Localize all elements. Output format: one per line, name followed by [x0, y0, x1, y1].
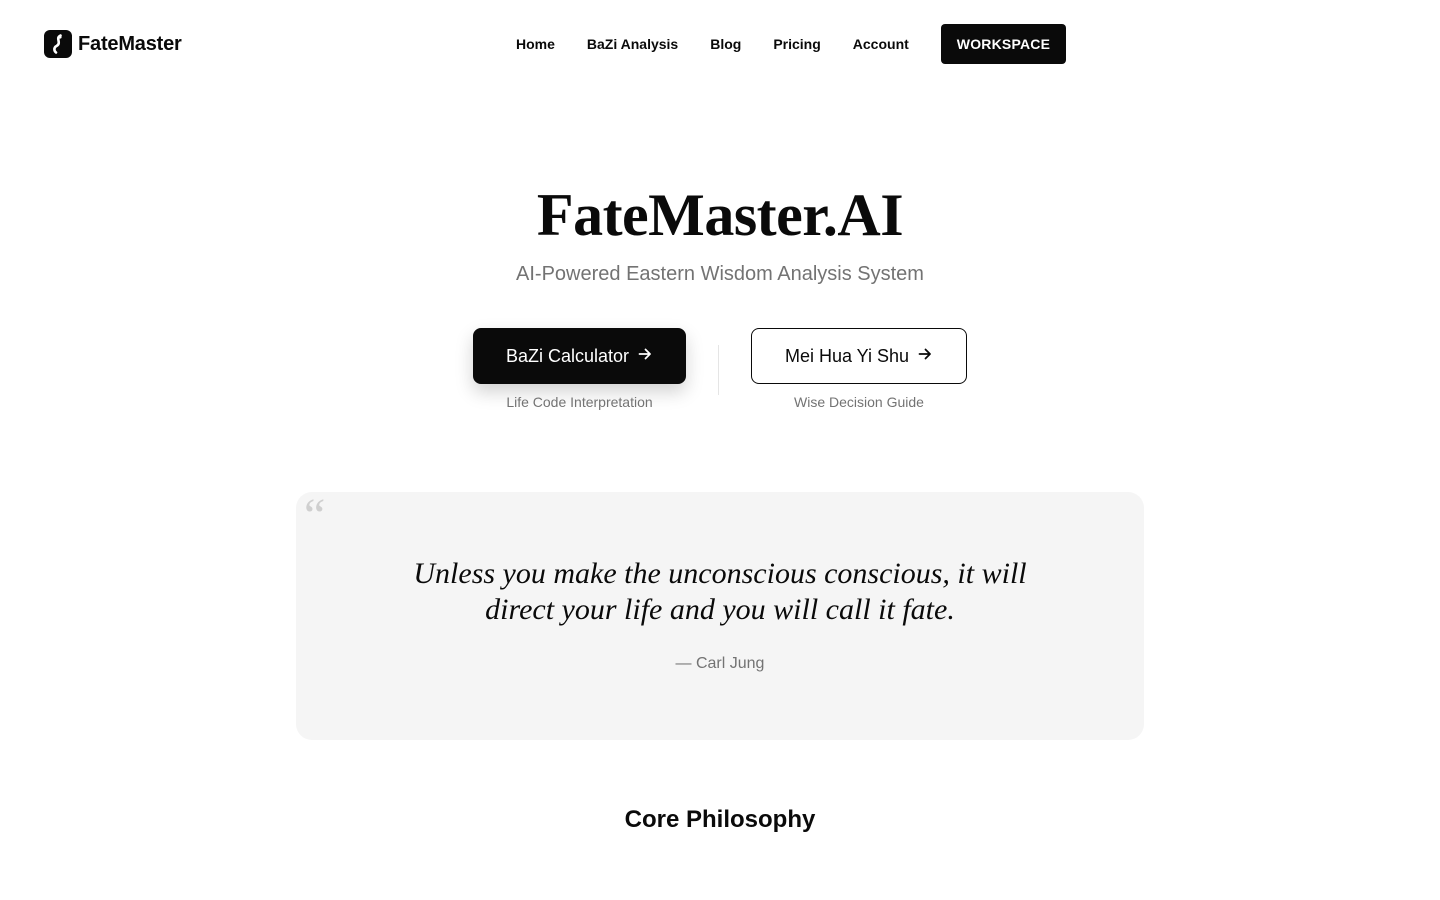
hero-subtitle: AI-Powered Eastern Wisdom Analysis Syste…: [516, 263, 924, 285]
mei-hua-yi-shu-label: Mei Hua Yi Shu: [784, 345, 910, 366]
arrow-right-icon: [637, 346, 653, 367]
nav-bazi-analysis[interactable]: BaZi Analysis: [571, 24, 694, 64]
bazi-calculator-label: BaZi Calculator: [505, 345, 630, 366]
workspace-button[interactable]: WORKSPACE: [940, 24, 1067, 64]
mei-hua-yi-shu-button[interactable]: Mei Hua Yi Shu: [751, 328, 967, 384]
meihua-cta-column: Mei Hua Yi Shu Wise Decision Guide: [751, 328, 967, 410]
brand[interactable]: FateMaster: [44, 30, 182, 58]
page: FateMaster Home BaZi Analysis Blog Prici…: [0, 0, 1440, 900]
mei-hua-yi-shu-caption: Wise Decision Guide: [794, 394, 924, 410]
hero-cta-group: BaZi Calculator Life Code Interpretation…: [473, 328, 967, 418]
nav-blog[interactable]: Blog: [694, 24, 757, 64]
bazi-cta-column: BaZi Calculator Life Code Interpretation: [473, 328, 686, 410]
quote-card: “ Unless you make the unconscious consci…: [296, 489, 1144, 740]
site-header: FateMaster Home BaZi Analysis Blog Prici…: [0, 0, 1440, 88]
cta-divider: [718, 345, 719, 395]
bazi-calculator-caption: Life Code Interpretation: [506, 394, 653, 410]
nav-home[interactable]: Home: [500, 24, 571, 64]
yin-yang-swirl-icon: [44, 30, 72, 58]
core-philosophy-heading: Core Philosophy: [624, 806, 816, 833]
hero-title: FateMaster.AI: [536, 182, 904, 248]
arrow-right-icon: [917, 346, 933, 367]
quote-mark-icon: “: [304, 489, 326, 542]
quote-text: Unless you make the unconscious consciou…: [413, 557, 1027, 626]
quote-author: — Carl Jung: [675, 655, 765, 672]
main-nav: Home BaZi Analysis Blog Pricing Account …: [500, 24, 1067, 64]
brand-name: FateMaster: [78, 32, 182, 55]
bazi-calculator-button[interactable]: BaZi Calculator: [473, 328, 686, 384]
nav-account[interactable]: Account: [837, 24, 925, 64]
nav-pricing[interactable]: Pricing: [757, 24, 836, 64]
